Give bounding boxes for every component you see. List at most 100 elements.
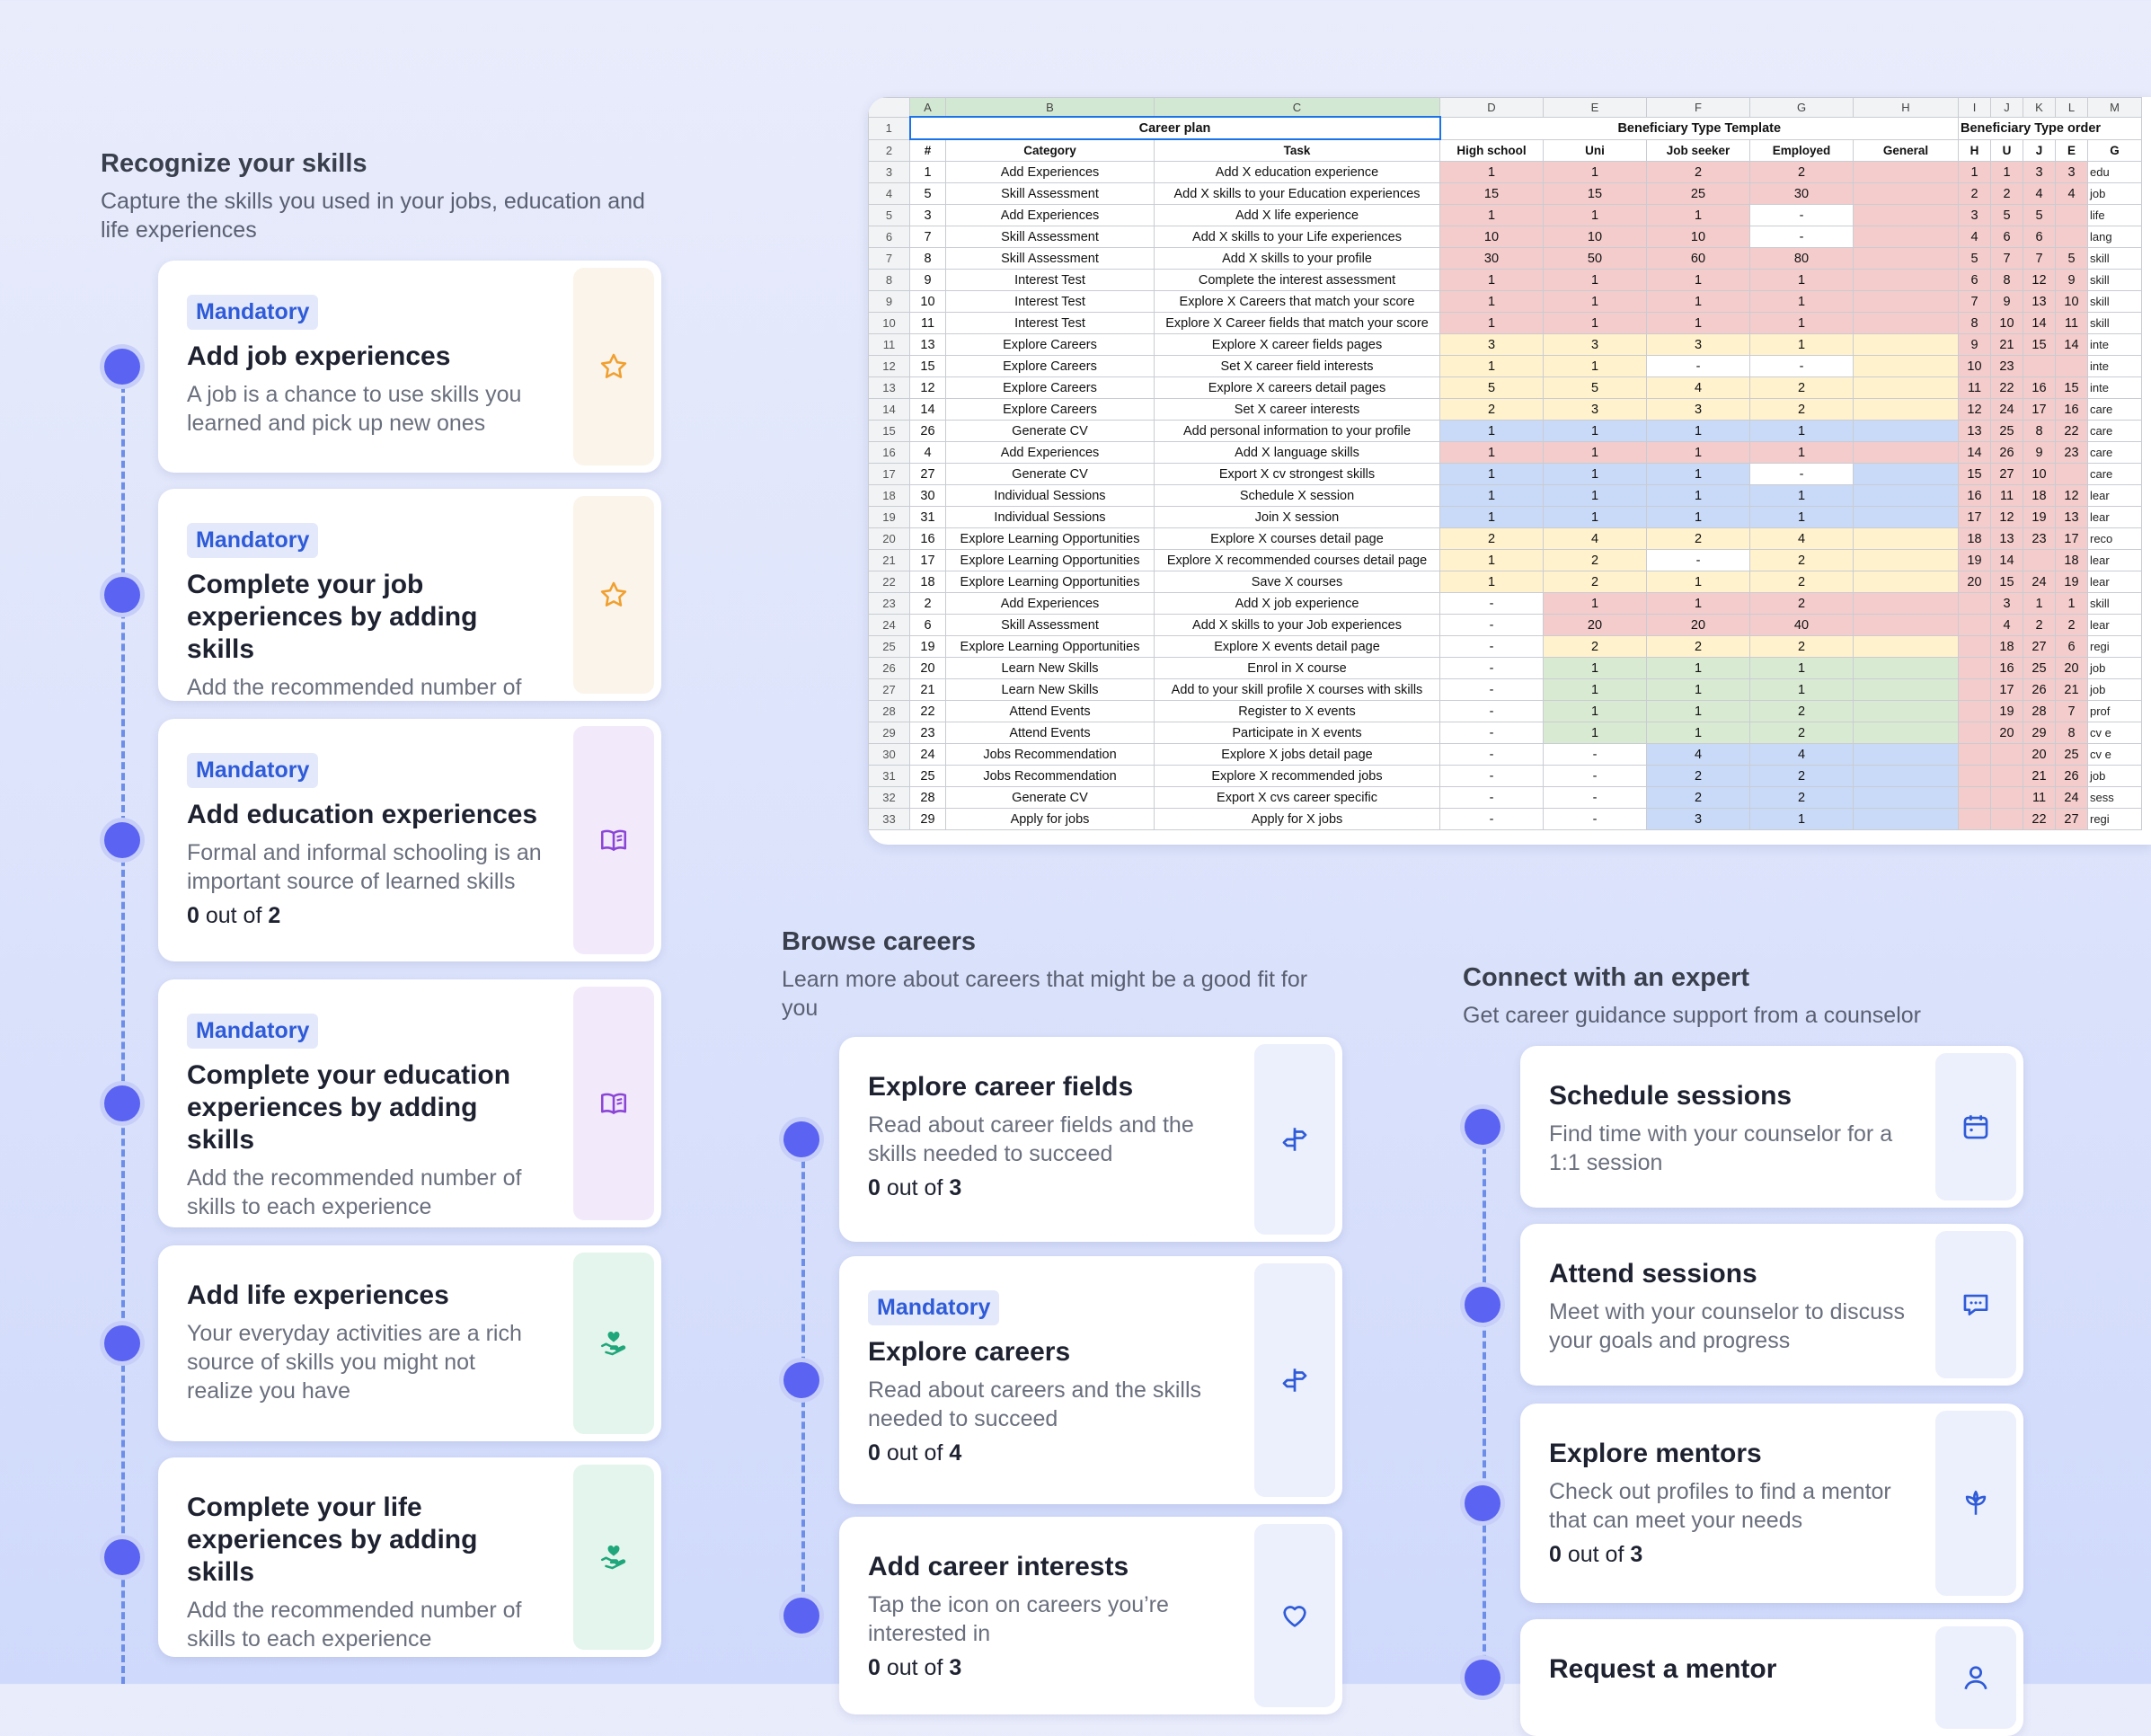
header-cell[interactable]: High school <box>1439 138 1544 162</box>
sheet-cell[interactable] <box>1853 700 1959 722</box>
sheet-cell[interactable]: 21 <box>2023 765 2056 787</box>
sheet-cell[interactable]: Explore Learning Opportunities <box>945 635 1155 658</box>
row-number[interactable]: 4 <box>868 182 910 205</box>
sheet-cell[interactable]: 30 <box>1439 247 1544 270</box>
sheet-cell[interactable]: 24 <box>909 743 946 766</box>
sheet-cell[interactable] <box>1853 592 1959 615</box>
sheet-cell[interactable] <box>1853 182 1959 205</box>
sheet-cell[interactable]: 2 <box>1543 635 1647 658</box>
sheet-cell[interactable]: 1 <box>1646 700 1750 722</box>
task-card[interactable]: Schedule sessions Find time with your cou… <box>1520 1046 2023 1208</box>
sheet-cell[interactable] <box>1853 506 1959 528</box>
row-number[interactable]: 27 <box>868 678 910 701</box>
column-header[interactable]: K <box>2023 97 2056 118</box>
sheet-cell[interactable] <box>1990 808 2023 830</box>
sheet-cell[interactable] <box>1853 204 1959 226</box>
sheet-cell[interactable]: 2 <box>1543 571 1647 593</box>
sheet-cell[interactable]: 20 <box>1958 571 1991 593</box>
sheet-cell[interactable]: Add X education experience <box>1154 161 1440 183</box>
sheet-cell[interactable]: 2 <box>1749 786 1854 809</box>
sheet-cell[interactable]: skill <box>2087 312 2142 334</box>
sheet-cell[interactable]: Explore X recommended courses detail pag… <box>1154 549 1440 571</box>
sheet-cell[interactable] <box>1853 398 1959 421</box>
sheet-cell[interactable]: Explore X courses detail page <box>1154 527 1440 550</box>
sheet-cell[interactable]: 1 <box>1749 441 1854 464</box>
sheet-cell[interactable]: 15 <box>909 355 946 377</box>
sheet-cell[interactable]: skill <box>2087 592 2142 615</box>
sheet-cell[interactable]: 10 <box>1958 355 1991 377</box>
sheet-cell[interactable]: life <box>2087 204 2142 226</box>
sheet-cell[interactable]: Apply for jobs <box>945 808 1155 830</box>
sheet-cell[interactable]: Set X career interests <box>1154 398 1440 421</box>
column-header[interactable]: G <box>1749 97 1854 118</box>
sheet-cell[interactable] <box>1853 290 1959 313</box>
column-header[interactable]: B <box>945 97 1155 118</box>
sheet-cell[interactable]: 16 <box>909 527 946 550</box>
sheet-cell[interactable]: 2 <box>1749 635 1854 658</box>
sheet-cell[interactable]: 7 <box>909 226 946 248</box>
sheet-cell[interactable]: 22 <box>1990 376 2023 399</box>
row-number[interactable]: 9 <box>868 290 910 313</box>
sheet-cell[interactable]: 2 <box>1749 549 1854 571</box>
header-cell[interactable]: Employed <box>1749 138 1854 162</box>
sheet-cell[interactable]: 2 <box>1439 398 1544 421</box>
sheet-cell[interactable]: 4 <box>2055 182 2088 205</box>
sheet-cell[interactable]: 1 <box>1543 463 1647 485</box>
sheet-cell[interactable]: 22 <box>2023 808 2056 830</box>
sheet-cell[interactable] <box>1853 484 1959 507</box>
sheet-cell[interactable] <box>1853 527 1959 550</box>
sheet-cell[interactable]: 6 <box>1958 269 1991 291</box>
sheet-cell[interactable] <box>1990 765 2023 787</box>
sheet-cell[interactable] <box>1853 743 1959 766</box>
sheet-cell[interactable]: 2 <box>1646 161 1750 183</box>
sheet-cell[interactable]: 9 <box>909 269 946 291</box>
sheet-cell[interactable]: 21 <box>2055 678 2088 701</box>
sheet-cell[interactable]: 29 <box>909 808 946 830</box>
sheet-cell[interactable]: 18 <box>1990 635 2023 658</box>
sheet-cell[interactable]: 1 <box>1646 571 1750 593</box>
column-header[interactable] <box>868 97 910 118</box>
sheet-cell[interactable]: 1 <box>2055 592 2088 615</box>
sheet-cell[interactable]: 5 <box>1543 376 1647 399</box>
sheet-cell[interactable]: 1 <box>1958 161 1991 183</box>
sheet-cell[interactable]: cv e <box>2087 743 2142 766</box>
sheet-cell[interactable] <box>1853 657 1959 679</box>
row-number[interactable]: 23 <box>868 592 910 615</box>
sheet-cell[interactable]: Individual Sessions <box>945 506 1155 528</box>
row-number[interactable]: 8 <box>868 269 910 291</box>
sheet-cell[interactable]: Interest Test <box>945 269 1155 291</box>
sheet-cell[interactable] <box>2055 226 2088 248</box>
sheet-cell[interactable]: 25 <box>1990 420 2023 442</box>
sheet-cell[interactable]: job <box>2087 678 2142 701</box>
sheet-cell[interactable]: 24 <box>2023 571 2056 593</box>
sheet-cell[interactable]: 2 <box>2023 614 2056 636</box>
sheet-cell[interactable]: 3 <box>1646 333 1750 356</box>
sheet-cell[interactable]: 11 <box>909 312 946 334</box>
row-number[interactable]: 3 <box>868 161 910 183</box>
sheet-cell[interactable]: 1 <box>1749 269 1854 291</box>
sheet-cell[interactable]: Register to X events <box>1154 700 1440 722</box>
sheet-cell[interactable]: 3 <box>1958 204 1991 226</box>
sheet-cell[interactable]: care <box>2087 398 2142 421</box>
sheet-cell[interactable]: 1 <box>1646 290 1750 313</box>
sheet-cell[interactable]: 1 <box>1439 441 1544 464</box>
sheet-cell[interactable]: 5 <box>909 182 946 205</box>
sheet-cell[interactable]: 2 <box>1646 635 1750 658</box>
sheet-cell[interactable]: 1 <box>1543 678 1647 701</box>
sheet-cell[interactable]: 3 <box>2023 161 2056 183</box>
sheet-cell[interactable]: 11 <box>1990 484 2023 507</box>
sheet-cell[interactable]: 15 <box>1439 182 1544 205</box>
sheet-cell[interactable]: 30 <box>1749 182 1854 205</box>
sheet-cell[interactable]: sess <box>2087 786 2142 809</box>
header-cell[interactable]: # <box>909 138 946 162</box>
sheet-cell[interactable]: Attend Events <box>945 700 1155 722</box>
sheet-cell[interactable]: 26 <box>909 420 946 442</box>
sheet-cell[interactable]: - <box>1646 549 1750 571</box>
sheet-cell[interactable]: - <box>1439 722 1544 744</box>
header-cell[interactable]: Category <box>945 138 1155 162</box>
sheet-cell[interactable]: - <box>1439 657 1544 679</box>
row-number[interactable]: 14 <box>868 398 910 421</box>
sheet-cell[interactable]: 11 <box>2023 786 2056 809</box>
sheet-cell[interactable]: 6 <box>909 614 946 636</box>
row-number[interactable]: 18 <box>868 484 910 507</box>
